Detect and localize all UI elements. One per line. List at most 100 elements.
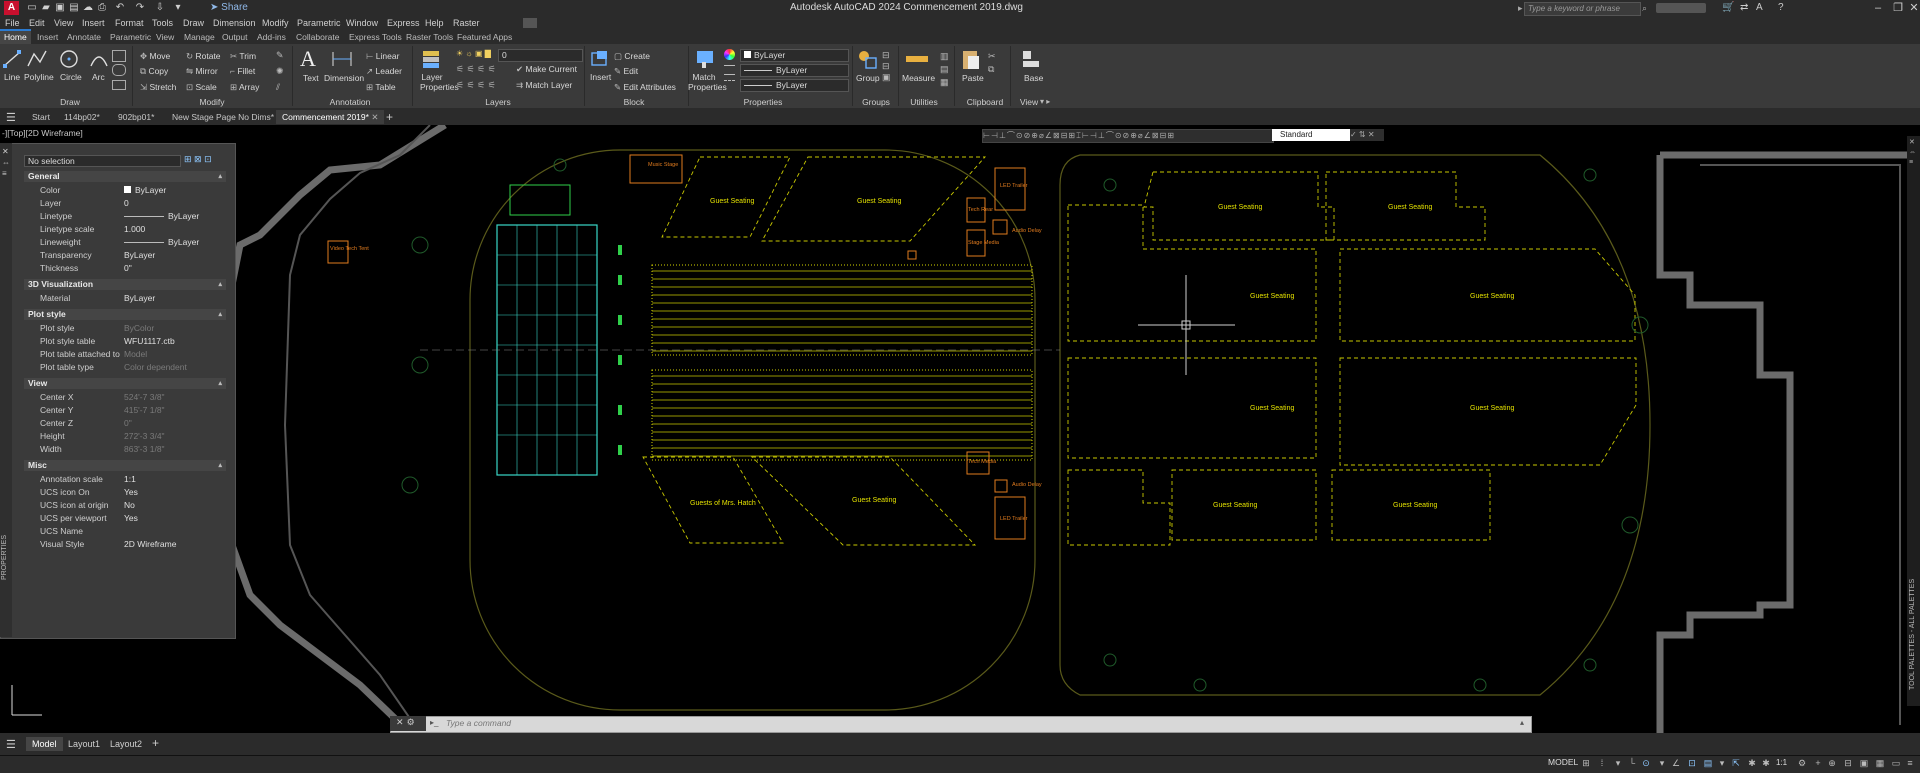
prop-group-header[interactable]: Plot style ▴ [24, 309, 226, 320]
qat-saveas-icon[interactable]: ▤ [68, 2, 80, 14]
grid-icon[interactable]: ⊞ [1580, 757, 1592, 769]
base-button[interactable]: Base [1024, 73, 1043, 83]
tab-manage[interactable]: Manage [180, 31, 219, 44]
clipboard-panel-label[interactable]: Clipboard [962, 97, 1008, 108]
share-button[interactable]: ➤ Share [210, 2, 248, 13]
app-logo-icon[interactable]: A [4, 1, 19, 15]
collapse-chevron-icon[interactable]: ▴ [218, 171, 222, 182]
hatch-icon[interactable] [112, 64, 126, 76]
file-tab-114bp02[interactable]: 114bp02* [58, 110, 106, 124]
scale-button[interactable]: ⊡ Scale [186, 82, 217, 93]
linetype-icon[interactable] [724, 80, 735, 89]
group-tools-icons[interactable]: ⊟ ⊟ ▣ [882, 50, 891, 83]
prop-value[interactable]: 272'-3 3/4" [124, 431, 165, 441]
snap-icon[interactable]: ⁞ [1596, 757, 1608, 769]
collapse-chevron-icon[interactable]: ▴ [218, 309, 222, 320]
boundary-icon[interactable] [112, 80, 126, 90]
polar-icon[interactable]: ⊙ [1640, 757, 1652, 769]
prop-value[interactable]: ByLayer [124, 237, 199, 247]
layer-properties-button[interactable]: Layer Properties [420, 72, 459, 92]
insert-button[interactable]: Insert [590, 72, 611, 82]
palette-strip-icons[interactable]: ✕ ⇔ ≡ [2, 146, 10, 179]
rectangle-icon[interactable] [112, 50, 126, 62]
qat-redo-icon[interactable]: ↷ [134, 2, 146, 14]
tab-model[interactable]: Model [26, 737, 63, 751]
annotation-scale-button[interactable]: 1:1 [1776, 758, 1787, 767]
tab-raster-tools[interactable]: Raster Tools [402, 31, 457, 44]
workspace-gear-icon[interactable]: ⚙ [1796, 757, 1808, 769]
menu-format[interactable]: Format [115, 16, 144, 30]
copy-button[interactable]: ⧉ Copy [140, 66, 168, 77]
dimension-toolbar[interactable]: ⊢⊣⊥⌒⊙⊘⊕⌀∠⊠⊟⊞⌶⊢⊣⊥⌒⊙⊘⊕⌀∠⊠⊟⊞ [982, 129, 1274, 143]
menu-raster[interactable]: Raster [453, 16, 480, 30]
object-snap-icon[interactable]: ⊡ [1686, 757, 1698, 769]
tab-output[interactable]: Output [218, 31, 252, 44]
close-icon[interactable]: ✕ [1904, 1, 1920, 15]
prop-value[interactable]: 0" [124, 418, 132, 428]
file-tab-commencement[interactable]: Commencement 2019* ✕ [276, 110, 385, 124]
properties-panel-label[interactable]: Properties [740, 97, 786, 108]
utility-tools-icons[interactable]: ▥ ▤ ▦ [940, 50, 949, 89]
prop-value[interactable]: ByLayer [124, 185, 166, 195]
new-tab-icon[interactable]: + [386, 110, 393, 124]
edit-block-button[interactable]: ✎ Edit [614, 66, 638, 77]
add-icon[interactable]: + [1812, 757, 1824, 769]
prop-value[interactable]: 2D Wireframe [124, 539, 176, 549]
qat-undo-icon[interactable]: ↶ [114, 2, 126, 14]
color-wheel-icon[interactable] [724, 49, 735, 60]
move-button[interactable]: ✥ Move [140, 51, 170, 62]
circle-button[interactable]: Circle [60, 72, 82, 82]
customization-icon[interactable]: ≡ [1904, 757, 1916, 769]
ribbon-options-icon[interactable]: ▾ ▸ [1040, 97, 1050, 106]
file-tab-start[interactable]: Start [26, 110, 56, 124]
make-current-button[interactable]: ✔ Make Current [516, 64, 577, 75]
table-button[interactable]: ⊞ Table [366, 82, 396, 93]
file-tabs-menu-icon[interactable]: ☰ [6, 111, 16, 124]
utilities-panel-label[interactable]: Utilities [904, 97, 944, 108]
match-properties-button[interactable]: Match Properties [688, 72, 727, 92]
autodesk-app-icon[interactable]: ⇄ [1740, 2, 1748, 13]
line-icon[interactable] [2, 48, 22, 70]
command-input[interactable]: Type a command [446, 718, 511, 728]
hardware-acceleration-icon[interactable]: ▦ [1874, 757, 1886, 769]
prop-value[interactable]: ByColor [124, 323, 154, 333]
offset-icon[interactable]: ⫽ [276, 82, 280, 93]
arc-icon[interactable] [88, 48, 110, 70]
prop-value[interactable]: Color dependent [124, 362, 187, 372]
selection-cycling-icon[interactable]: ⇱ [1730, 757, 1742, 769]
selection-dropdown[interactable]: No selection [24, 155, 181, 167]
color-dropdown[interactable]: ByLayer [740, 49, 849, 62]
qat-more-icon[interactable]: ▾ [172, 2, 184, 14]
modify-panel-label[interactable]: Modify [190, 97, 234, 108]
autodesk-a-icon[interactable]: A [1756, 2, 1763, 13]
menu-view[interactable]: View [54, 16, 73, 30]
qat-workspace-icon[interactable]: ⇩ [154, 2, 166, 14]
auto-scale-icon[interactable]: ✱ [1760, 757, 1772, 769]
lineweight-toggle-icon[interactable]: ▤ [1702, 757, 1714, 769]
edit-attributes-button[interactable]: ✎ Edit Attributes [614, 82, 676, 93]
cart-icon[interactable]: 🛒 [1722, 2, 1734, 13]
tab-collaborate[interactable]: Collaborate [292, 31, 343, 44]
insert-block-icon[interactable] [588, 48, 612, 70]
qat-save-icon[interactable]: ▣ [54, 2, 66, 14]
menu-insert[interactable]: Insert [82, 16, 105, 30]
lineweight-icon[interactable] [724, 65, 735, 75]
tab-insert[interactable]: Insert [33, 31, 62, 44]
layer-tools-row-1[interactable]: ⚟ ⚟ ⚟ ⚟ [456, 64, 496, 75]
tab-add-ins[interactable]: Add-ins [253, 31, 290, 44]
tab-home[interactable]: Home [0, 29, 31, 44]
search-input[interactable]: Type a keyword or phrase [1524, 2, 1641, 16]
arc-button[interactable]: Arc [92, 72, 105, 82]
paste-button[interactable]: Paste [962, 73, 984, 83]
search-icon[interactable]: ⌕ [1642, 3, 1647, 14]
erase-icon[interactable]: ✎ [276, 50, 284, 61]
quick-properties-icon[interactable]: ▣ [1858, 757, 1870, 769]
collapse-chevron-icon[interactable]: ▴ [218, 279, 222, 290]
linear-button[interactable]: ⊢ Linear [366, 51, 399, 62]
paste-icon[interactable] [960, 48, 982, 72]
tab-layout1[interactable]: Layout1 [62, 737, 106, 751]
collapse-chevron-icon[interactable]: ▴ [218, 460, 222, 471]
stretch-button[interactable]: ⇲ Stretch [140, 82, 176, 93]
tab-express-tools[interactable]: Express Tools [345, 31, 406, 44]
object-snap-tracking-icon[interactable]: ∠ [1670, 757, 1682, 769]
